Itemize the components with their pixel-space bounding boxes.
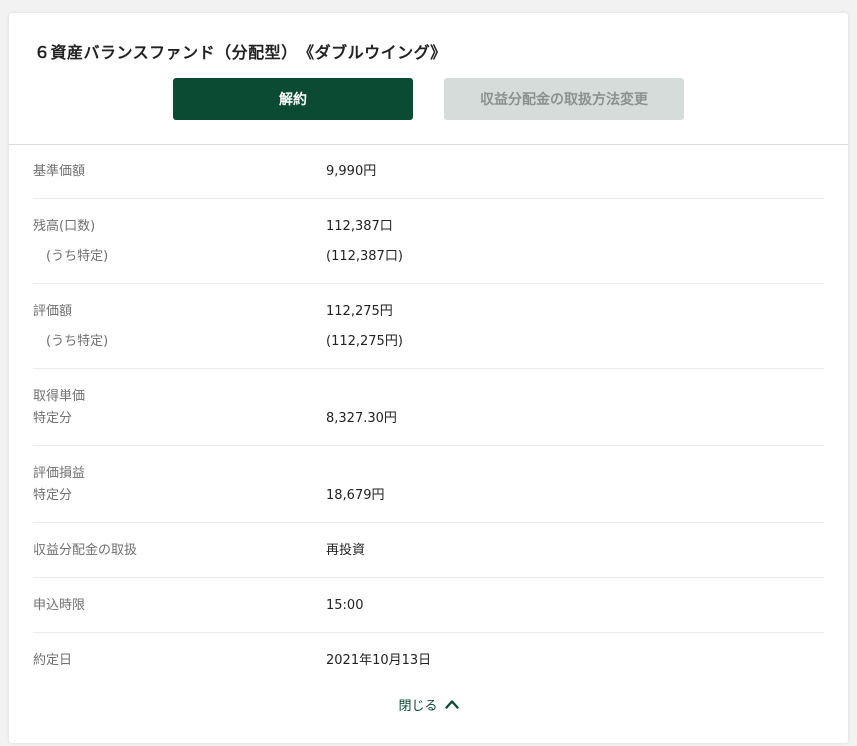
balance-specific-label: (うち特定): [46, 249, 109, 264]
dividend-handling-label: 収益分配金の取扱: [33, 543, 138, 558]
fund-header: ６資産バランスファンド（分配型） 《ダブルウイング》 解約 収益分配金の取扱方法…: [9, 13, 848, 145]
acquisition-price-label: 取得単価: [33, 389, 86, 404]
fund-detail-card: ６資産バランスファンド（分配型） 《ダブルウイング》 解約 収益分配金の取扱方法…: [9, 13, 848, 743]
close-details-toggle[interactable]: 閉じる: [9, 694, 848, 714]
gain-loss-specific-label: 特定分: [33, 488, 73, 503]
row-acquisition-price: 取得単価 特定分 8,327.30円: [33, 369, 824, 446]
balance-value: 112,387口: [326, 219, 393, 234]
row-order-deadline: 申込時限 15:00: [33, 578, 824, 633]
order-deadline-label: 申込時限: [33, 598, 86, 613]
row-gain-loss: 評価損益 特定分 18,679円: [33, 446, 824, 523]
gain-loss-specific-value: 18,679円: [326, 488, 385, 503]
balance-specific-value: (112,387口): [326, 249, 403, 264]
dividend-handling-change-button[interactable]: 収益分配金の取扱方法変更: [444, 78, 684, 120]
valuation-label: 評価額: [33, 304, 73, 319]
valuation-value: 112,275円: [326, 304, 393, 319]
base-price-value: 9,990円: [326, 164, 377, 179]
gain-loss-label: 評価損益: [33, 466, 86, 481]
row-dividend-handling: 収益分配金の取扱 再投資: [33, 523, 824, 578]
valuation-specific-value: (112,275円): [326, 334, 403, 349]
fund-title: ６資産バランスファンド（分配型） 《ダブルウイング》: [34, 43, 447, 62]
cancel-button[interactable]: 解約: [173, 78, 413, 120]
order-deadline-value: 15:00: [326, 598, 364, 613]
row-base-price: 基準価額 9,990円: [33, 144, 824, 199]
balance-label: 残高(口数): [33, 219, 96, 234]
row-balance: 残高(口数) 112,387口 (うち特定) (112,387口): [33, 199, 824, 284]
base-price-label: 基準価額: [33, 164, 86, 179]
chevron-up-icon: [444, 700, 459, 709]
acquisition-price-specific-value: 8,327.30円: [326, 411, 397, 426]
contract-date-value: 2021年10月13日: [326, 653, 432, 668]
dividend-handling-value: 再投資: [326, 543, 366, 558]
row-valuation: 評価額 112,275円 (うち特定) (112,275円): [33, 284, 824, 369]
close-label: 閉じる: [398, 698, 438, 714]
acquisition-price-specific-label: 特定分: [33, 411, 73, 426]
valuation-specific-label: (うち特定): [46, 334, 109, 349]
row-contract-date: 約定日 2021年10月13日: [33, 633, 824, 683]
contract-date-label: 約定日: [33, 653, 73, 668]
fund-detail-list: 基準価額 9,990円 残高(口数) 112,387口 (うち特定) (112,…: [33, 144, 824, 683]
